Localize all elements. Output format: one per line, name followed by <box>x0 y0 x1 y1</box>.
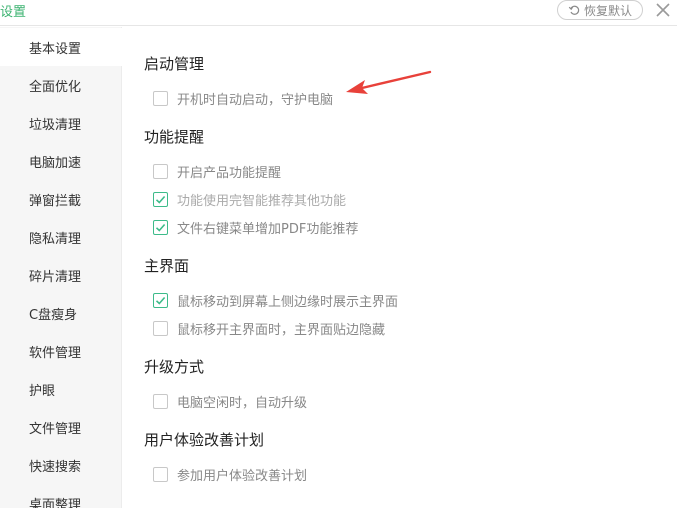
close-button[interactable] <box>654 1 672 19</box>
checkbox-checked[interactable] <box>153 219 168 235</box>
option-label: 鼠标移动到屏幕上侧边缘时展示主界面 <box>177 294 399 310</box>
restore-defaults-button[interactable]: 恢复默认 <box>557 0 643 20</box>
sidebar-item-label: 桌面整理 <box>29 497 82 508</box>
option-join-ux-program[interactable]: 参加用户体验改善计划 <box>153 465 308 484</box>
checkbox[interactable] <box>153 90 168 106</box>
sidebar-item-quick-search[interactable]: 快速搜索 <box>0 446 122 484</box>
sidebar-item-speedup[interactable]: 电脑加速 <box>0 142 122 180</box>
sidebar-item-label: 隐私清理 <box>29 231 82 247</box>
checkbox[interactable] <box>153 393 168 409</box>
sidebar-item-full-optimize[interactable]: 全面优化 <box>0 66 122 104</box>
sidebar-item-label: 护眼 <box>29 383 56 399</box>
title-bar: 设置 恢复默认 <box>0 0 677 26</box>
section-title-feature-reminder: 功能提醒 <box>144 128 205 146</box>
sidebar-item-label: 弹窗拦截 <box>29 193 82 209</box>
option-label: 开启产品功能提醒 <box>177 165 282 181</box>
option-label: 鼠标移开主界面时，主界面贴边隐藏 <box>177 322 386 338</box>
restore-defaults-label: 恢复默认 <box>583 3 632 18</box>
option-feature-reminder[interactable]: 开启产品功能提醒 <box>153 162 282 181</box>
settings-panel: 启动管理 开机时自动启动，守护电脑 功能提醒 开启产品功能提醒 功能使用完智能推… <box>123 27 677 508</box>
sidebar-item-label: 碎片清理 <box>29 269 82 285</box>
sidebar-item-label: 软件管理 <box>29 345 82 361</box>
option-label: 电脑空闲时，自动升级 <box>177 395 308 411</box>
option-label: 参加用户体验改善计划 <box>177 468 308 484</box>
section-title-upgrade: 升级方式 <box>144 358 205 376</box>
sidebar-item-label: 电脑加速 <box>29 155 82 171</box>
checkbox-checked[interactable] <box>153 191 168 207</box>
option-label: 文件右键菜单增加PDF功能推荐 <box>177 221 359 237</box>
sidebar-item-popup-block[interactable]: 弹窗拦截 <box>0 180 122 218</box>
sidebar-item-privacy-clean[interactable]: 隐私清理 <box>0 218 122 256</box>
check-icon <box>155 195 166 204</box>
option-label: 开机时自动启动，守护电脑 <box>177 92 334 108</box>
sidebar-item-defrag[interactable]: 碎片清理 <box>0 256 122 294</box>
option-edge-hide[interactable]: 鼠标移开主界面时，主界面贴边隐藏 <box>153 319 386 338</box>
check-icon <box>155 296 166 305</box>
option-label: 功能使用完智能推荐其他功能 <box>177 193 347 209</box>
section-title-ux-program: 用户体验改善计划 <box>144 431 265 449</box>
sidebar-item-file-manager[interactable]: 文件管理 <box>0 408 122 446</box>
sidebar-item-label: 基本设置 <box>29 41 82 57</box>
option-idle-upgrade[interactable]: 电脑空闲时，自动升级 <box>153 392 308 411</box>
sidebar-item-junk-clean[interactable]: 垃圾清理 <box>0 104 122 142</box>
option-show-on-top-edge[interactable]: 鼠标移动到屏幕上侧边缘时展示主界面 <box>153 291 399 310</box>
section-title-startup: 启动管理 <box>144 55 205 73</box>
sidebar: 基本设置 全面优化 垃圾清理 电脑加速 弹窗拦截 隐私清理 碎片清理 C盘瘦身 … <box>0 27 123 508</box>
sidebar-item-label: 垃圾清理 <box>29 117 82 133</box>
sidebar-item-c-drive-slim[interactable]: C盘瘦身 <box>0 294 122 332</box>
close-icon <box>656 3 670 17</box>
checkbox[interactable] <box>153 320 168 336</box>
option-pdf-context-menu[interactable]: 文件右键菜单增加PDF功能推荐 <box>153 218 359 237</box>
sidebar-item-desktop-organize[interactable]: 桌面整理 <box>0 484 122 508</box>
sidebar-item-label: 全面优化 <box>29 79 82 95</box>
sidebar-item-software-manager[interactable]: 软件管理 <box>0 332 122 370</box>
check-icon <box>155 223 166 232</box>
undo-icon <box>568 5 580 15</box>
checkbox[interactable] <box>153 466 168 482</box>
sidebar-item-basic-settings[interactable]: 基本设置 <box>0 28 123 66</box>
section-title-main-window: 主界面 <box>144 257 190 275</box>
sidebar-item-label: C盘瘦身 <box>29 307 78 323</box>
checkbox[interactable] <box>153 163 168 179</box>
sidebar-item-label: 文件管理 <box>29 421 82 437</box>
sidebar-item-eye-care[interactable]: 护眼 <box>0 370 122 408</box>
option-smart-recommend[interactable]: 功能使用完智能推荐其他功能 <box>153 190 347 209</box>
checkbox-checked[interactable] <box>153 292 168 308</box>
sidebar-item-label: 快速搜索 <box>29 459 82 475</box>
option-auto-start[interactable]: 开机时自动启动，守护电脑 <box>153 89 334 108</box>
window-title: 设置 <box>0 5 27 20</box>
